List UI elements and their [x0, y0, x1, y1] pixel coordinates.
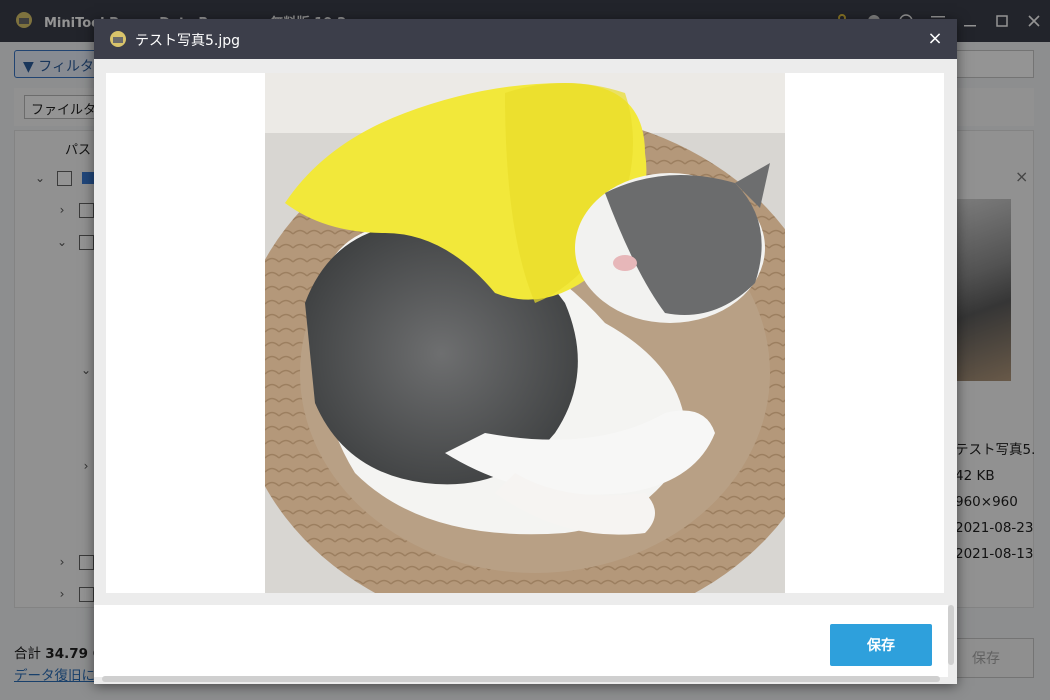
close-icon[interactable]: ×: [923, 26, 947, 50]
dialog-button-area: 保存: [94, 605, 948, 677]
horizontal-scrollbar[interactable]: [102, 676, 940, 682]
image-preview-area: [106, 73, 944, 593]
preview-dialog: テスト写真5.jpg × 保存: [94, 19, 957, 684]
dialog-titlebar: テスト写真5.jpg ×: [94, 19, 957, 59]
app-logo-icon: [110, 31, 126, 47]
preview-photo: [265, 73, 785, 593]
save-button[interactable]: 保存: [830, 624, 932, 666]
dialog-title: テスト写真5.jpg: [135, 33, 241, 49]
vertical-scrollbar[interactable]: [948, 605, 954, 665]
